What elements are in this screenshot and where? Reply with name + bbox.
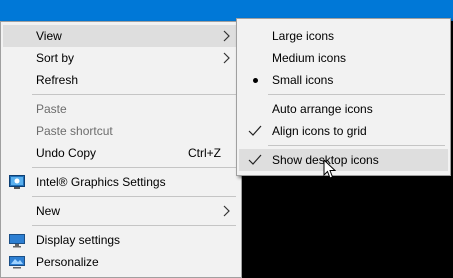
menu-item-label: Refresh: [36, 73, 79, 87]
menu-separator: [32, 167, 236, 168]
view-submenu: Large icons Medium icons Small icons Aut…: [236, 18, 451, 176]
menu-item-refresh[interactable]: Refresh: [3, 69, 239, 91]
menu-item-label: Sort by: [36, 51, 75, 65]
menu-separator: [268, 145, 445, 146]
menu-item-intel-graphics[interactable]: Intel® Graphics Settings: [3, 171, 239, 193]
menu-item-label: Paste shortcut: [36, 124, 113, 138]
menu-separator: [32, 225, 236, 226]
menu-item-undo-copy[interactable]: Undo Copy Ctrl+Z: [3, 142, 239, 164]
check-icon: [248, 125, 262, 136]
menu-separator: [32, 94, 236, 95]
personalize-icon: [9, 256, 25, 269]
menu-item-label: New: [36, 204, 61, 218]
intel-graphics-icon: [9, 175, 25, 189]
menu-item-paste[interactable]: Paste: [3, 98, 239, 120]
menu-item-label: Personalize: [36, 255, 99, 269]
menu-item-label: Display settings: [36, 233, 121, 247]
menu-item-label: Align icons to grid: [272, 124, 367, 138]
menu-item-label: Undo Copy: [36, 146, 97, 160]
submenu-item-medium-icons[interactable]: Medium icons: [239, 47, 448, 69]
menu-item-label: Small icons: [272, 73, 334, 87]
mouse-cursor-icon: [323, 159, 336, 179]
undo-copy-shortcut: Ctrl+Z: [188, 146, 221, 160]
chevron-right-icon: [223, 30, 230, 42]
menu-item-display-settings[interactable]: Display settings: [3, 229, 239, 251]
chevron-right-icon: [223, 52, 230, 64]
submenu-item-small-icons[interactable]: Small icons: [239, 69, 448, 91]
submenu-item-auto-arrange[interactable]: Auto arrange icons: [239, 98, 448, 120]
submenu-item-large-icons[interactable]: Large icons: [239, 25, 448, 47]
chevron-right-icon: [223, 205, 230, 217]
desktop-context-menu: View Sort by Refresh Paste Paste shortcu…: [0, 21, 242, 278]
menu-item-label: Large icons: [272, 29, 335, 43]
menu-item-label: View: [36, 29, 62, 43]
submenu-item-show-desktop-icons[interactable]: Show desktop icons: [239, 149, 448, 171]
menu-item-personalize[interactable]: Personalize: [3, 251, 239, 273]
menu-item-label: Auto arrange icons: [272, 102, 373, 116]
menu-separator: [32, 196, 236, 197]
menu-item-label: Intel® Graphics Settings: [36, 175, 166, 189]
menu-item-sort-by[interactable]: Sort by: [3, 47, 239, 69]
submenu-item-align-to-grid[interactable]: Align icons to grid: [239, 120, 448, 142]
check-icon: [248, 154, 262, 165]
bullet-icon: [253, 78, 258, 83]
display-settings-icon: [9, 234, 25, 248]
menu-item-paste-shortcut[interactable]: Paste shortcut: [3, 120, 239, 142]
menu-item-new[interactable]: New: [3, 200, 239, 222]
menu-separator: [268, 94, 445, 95]
menu-item-label: Medium icons: [272, 51, 347, 65]
menu-item-label: Paste: [36, 102, 67, 116]
menu-item-view[interactable]: View: [3, 25, 239, 47]
